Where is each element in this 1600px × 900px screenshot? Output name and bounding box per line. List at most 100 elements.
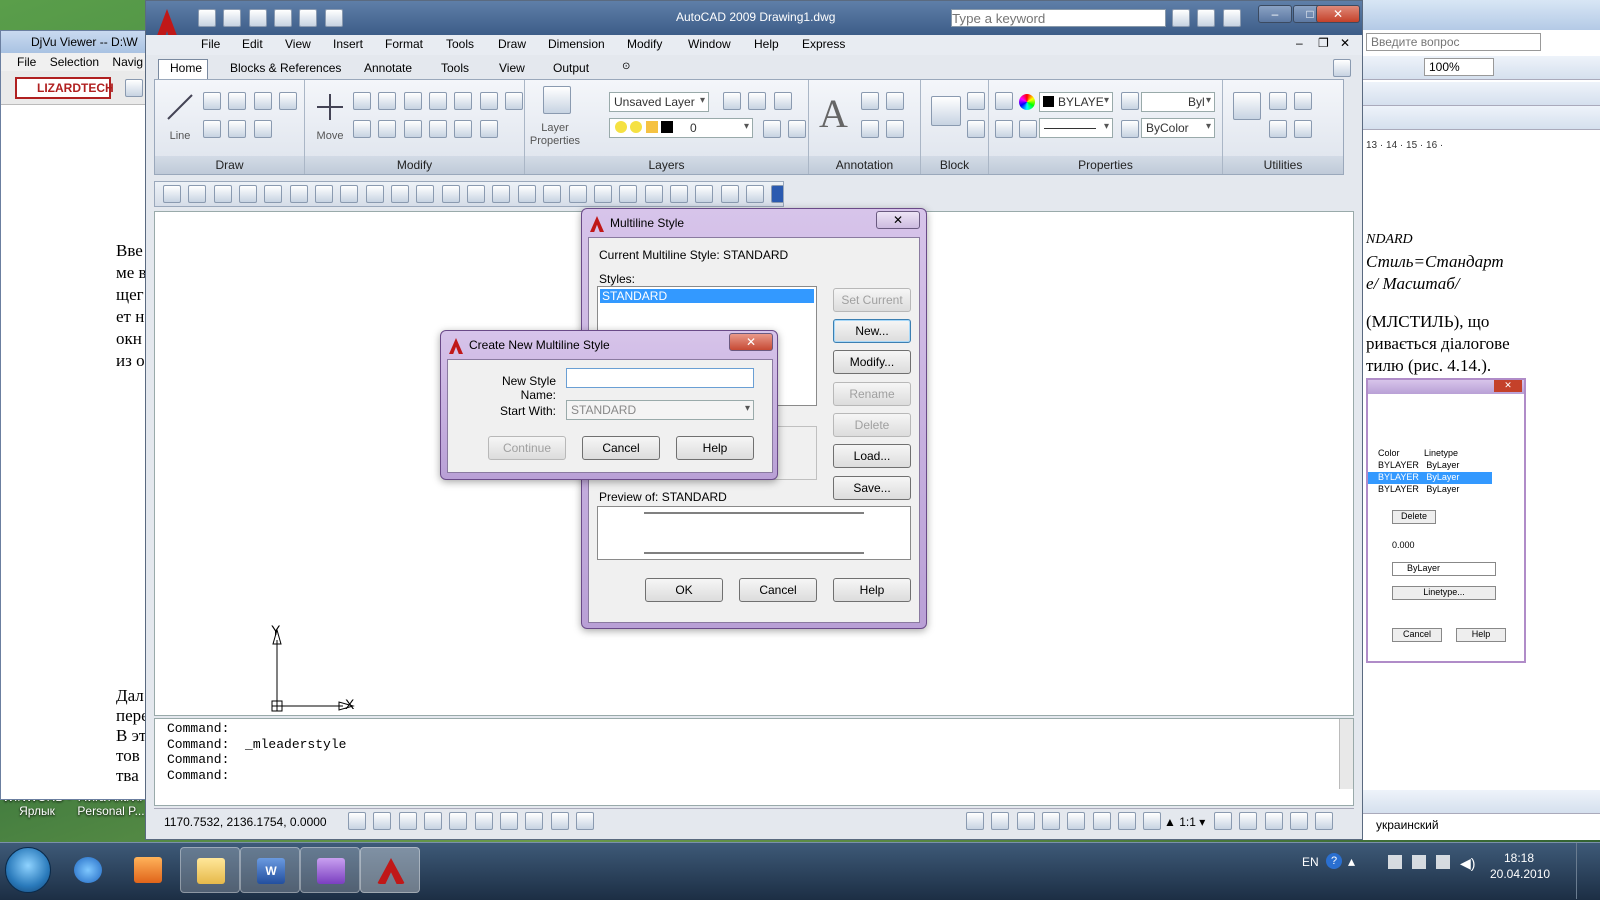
minimize-button[interactable]: –: [1258, 5, 1292, 23]
sheet-set-icon[interactable]: [695, 185, 714, 203]
mirror-icon[interactable]: [429, 92, 448, 110]
chamfer-icon[interactable]: [454, 120, 473, 138]
style-list-item-selected[interactable]: STANDARD: [600, 289, 814, 303]
close-button[interactable]: ✕: [1316, 5, 1360, 23]
command-scrollbar[interactable]: [1339, 719, 1353, 789]
match-properties-icon[interactable]: [416, 185, 435, 203]
save-icon[interactable]: [248, 9, 267, 27]
multiline-text-icon[interactable]: A: [819, 90, 848, 137]
fillet-icon[interactable]: [454, 92, 473, 110]
list-properties-icon[interactable]: [995, 120, 1013, 138]
auto-scale-icon[interactable]: [1239, 812, 1258, 830]
help-tray-icon[interactable]: ?: [1326, 853, 1342, 869]
redo-icon[interactable]: [324, 9, 343, 27]
trim-icon[interactable]: [378, 92, 397, 110]
quick-view-layouts-icon[interactable]: [1016, 812, 1035, 830]
command-line[interactable]: Command: Command: _mleaderstyle Command:…: [154, 718, 1354, 806]
lock-icon[interactable]: [1290, 812, 1309, 830]
tab-tools[interactable]: Tools: [441, 61, 469, 75]
menu-tools[interactable]: Tools: [446, 37, 474, 51]
join-icon[interactable]: [429, 120, 448, 138]
redo-icon[interactable]: [492, 185, 511, 203]
steeringwheel-icon[interactable]: [1118, 812, 1137, 830]
search-icon[interactable]: [1172, 9, 1190, 27]
new-style-button[interactable]: New...: [833, 319, 911, 343]
layer-match-icon[interactable]: [763, 120, 781, 138]
tab-home[interactable]: Home: [170, 61, 202, 75]
quick-view-drawings-icon[interactable]: [1042, 812, 1061, 830]
quick-select-icon[interactable]: [1294, 92, 1313, 110]
dynamic-input-icon[interactable]: [525, 812, 544, 830]
linear-dimension-icon[interactable]: [886, 92, 905, 110]
ortho-mode-icon[interactable]: [398, 812, 417, 830]
break-icon[interactable]: [403, 120, 422, 138]
annotation-visibility-icon[interactable]: [1214, 812, 1232, 830]
volume-icon[interactable]: ◀): [1460, 855, 1475, 872]
cut-icon[interactable]: [1294, 120, 1313, 138]
pan-icon[interactable]: [517, 185, 536, 203]
clean-screen-icon[interactable]: [1315, 812, 1334, 830]
circle-icon[interactable]: [203, 120, 221, 138]
plot-style-icon[interactable]: [1121, 120, 1139, 138]
menu-file[interactable]: File: [201, 37, 220, 51]
copy-clip-icon[interactable]: [1269, 92, 1287, 110]
help-button[interactable]: Help: [833, 578, 911, 602]
layer-unisolate-icon[interactable]: [788, 120, 807, 138]
plot-preview-icon[interactable]: [264, 185, 283, 203]
zoom-icon[interactable]: [1092, 812, 1111, 830]
paste-icon[interactable]: [1269, 120, 1287, 138]
panel-block-label[interactable]: Block: [921, 156, 988, 174]
panel-utilities-label[interactable]: Utilities: [1223, 156, 1343, 174]
ribbon-options-icon[interactable]: ⊙: [622, 61, 630, 72]
zoom-icon[interactable]: [1233, 92, 1261, 120]
network-icon[interactable]: [1388, 855, 1402, 869]
insert-block-icon[interactable]: [931, 96, 961, 126]
table-icon[interactable]: [861, 120, 879, 138]
taskbar-autocad[interactable]: [360, 847, 420, 893]
snap-mode-icon[interactable]: [348, 812, 366, 830]
hatch-icon[interactable]: [253, 120, 272, 138]
publish-icon[interactable]: [289, 185, 308, 203]
taskbar-word[interactable]: W: [240, 847, 300, 893]
help-button[interactable]: Help: [676, 436, 754, 460]
menu-format[interactable]: Format: [385, 37, 423, 51]
show-desktop-button[interactable]: [1576, 843, 1596, 899]
menu-help[interactable]: Help: [754, 37, 779, 51]
pan-icon[interactable]: [1067, 812, 1086, 830]
polygon-icon[interactable]: [253, 92, 272, 110]
menu-edit[interactable]: Edit: [242, 37, 263, 51]
lineweight-combo[interactable]: Byl: [1141, 92, 1215, 112]
menu-express[interactable]: Express: [802, 37, 845, 51]
color-wheel-icon[interactable]: [1019, 94, 1035, 110]
polar-tracking-icon[interactable]: [424, 812, 443, 830]
scale-icon[interactable]: [378, 120, 397, 138]
communication-center-icon[interactable]: [1197, 9, 1216, 27]
doc-restore-icon[interactable]: ❐: [1318, 36, 1329, 50]
arc-icon[interactable]: [228, 92, 247, 110]
create-block-icon[interactable]: [967, 92, 985, 110]
layer-name-combo[interactable]: Unsaved Layer: [609, 92, 709, 112]
save-icon[interactable]: [213, 185, 232, 203]
showmotion-icon[interactable]: [1143, 812, 1162, 830]
object-snap-tracking-icon[interactable]: [474, 812, 493, 830]
layer-state-icon[interactable]: [723, 92, 741, 110]
panel-layers-label[interactable]: Layers: [525, 156, 808, 174]
cut-icon[interactable]: [340, 185, 359, 203]
copy-icon[interactable]: [403, 92, 422, 110]
help-icon[interactable]: [1333, 59, 1351, 77]
design-center-icon[interactable]: [644, 185, 663, 203]
undo-icon[interactable]: [299, 9, 318, 27]
panel-draw-label[interactable]: Draw: [155, 156, 304, 174]
model-icon[interactable]: [966, 812, 984, 830]
word-zoom-select[interactable]: 100%: [1424, 58, 1494, 76]
quickcalc-icon[interactable]: [745, 185, 764, 203]
arrow-tray-icon[interactable]: ▴: [1348, 853, 1355, 870]
tab-view[interactable]: View: [499, 61, 525, 75]
layout-icon[interactable]: [991, 812, 1010, 830]
djvu-menu-navigation[interactable]: Navig: [112, 55, 143, 69]
taskbar-media-player[interactable]: [118, 847, 178, 893]
3d-dwf-icon[interactable]: [315, 185, 334, 203]
rotate-icon[interactable]: [353, 92, 371, 110]
offset-icon[interactable]: [479, 120, 498, 138]
print-icon[interactable]: [274, 9, 293, 27]
